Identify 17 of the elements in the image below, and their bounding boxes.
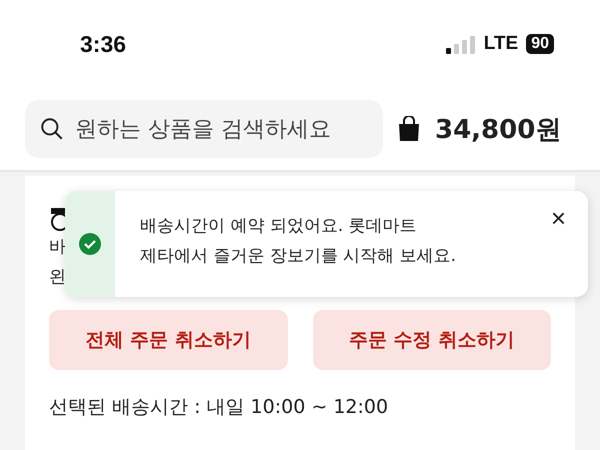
search-icon — [39, 116, 65, 142]
selected-delivery-time: 선택된 배송시간 : 내일 10:00 ~ 12:00 — [49, 395, 390, 420]
cancel-button[interactable]: 전체 주문 취소하기 — [49, 310, 288, 370]
close-button[interactable]: × — [550, 203, 566, 234]
battery-level: 90 — [526, 34, 554, 54]
card-text: 왼 — [49, 266, 66, 289]
cart-total: 34,800원 — [435, 114, 562, 146]
signal-icon — [446, 34, 476, 54]
network-type: LTE — [484, 33, 518, 55]
search-bar[interactable]: 원하는 상품을 검색하세요 — [25, 100, 383, 158]
check-icon — [79, 233, 101, 255]
search-field[interactable]: 원하는 상품을 검색하세요 — [73, 116, 369, 142]
clock: 3:36 — [80, 30, 126, 58]
card-text: 바 — [49, 236, 66, 259]
shopping-bag-icon[interactable] — [397, 116, 421, 142]
cancel-button[interactable]: 주문 수정 취소하기 — [312, 310, 551, 370]
toast-message: 배송시간이 예약 되었어요. 롯데마트 제타에서 즐거운 장보기를 시작해 보세요. — [139, 215, 458, 268]
